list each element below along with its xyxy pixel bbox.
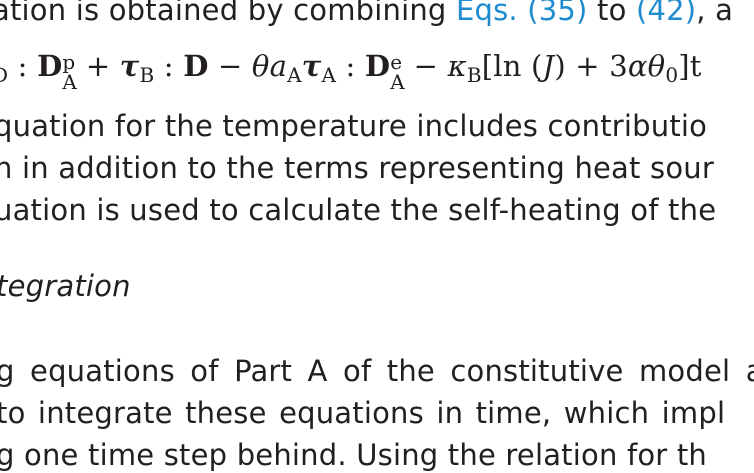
minus-1: −	[208, 49, 252, 83]
j-symbol: J	[542, 49, 555, 83]
next-text-line-1: g equations of Part A of the constitutiv…	[0, 354, 754, 388]
intro-text-mid: to	[587, 0, 636, 27]
kappa-symbol: κ	[447, 49, 467, 83]
equation-line: D : DpA + τB : D − θaAτA : DeA − κB[ln (…	[0, 48, 702, 94]
section-heading: tegration	[0, 269, 131, 303]
d-plastic-sub: A	[62, 70, 78, 94]
a-subscript: A	[287, 63, 302, 87]
body-text-line-2: n in addition to the terms representing …	[0, 151, 714, 185]
kappa-subscript: B	[466, 63, 482, 87]
tau-b-subscript: B	[139, 63, 155, 87]
tensor-d-plastic: D	[37, 49, 63, 83]
d-elastic-sub: A	[390, 70, 405, 94]
tensor-d-elastic: D	[364, 49, 391, 83]
minus-2: −	[404, 49, 448, 83]
d-plastic-indices: pA	[62, 48, 76, 94]
next-text-line-3: g one time step behind. Using the relati…	[0, 438, 707, 472]
tau-b-symbol: τ	[119, 49, 140, 83]
colon-2: :	[154, 49, 184, 83]
theta-zero-subscript: 0	[665, 63, 679, 87]
tau-a-symbol: τ	[301, 49, 322, 83]
intro-line: ation is obtained by combining Eqs. (35)…	[0, 0, 733, 28]
colon-3: :	[336, 49, 365, 83]
tau-a-subscript: A	[321, 63, 337, 87]
colon-1: :	[8, 49, 38, 83]
body-text-line-1: quation for the temperature includes con…	[0, 109, 708, 143]
ln-bracket-close: ) + 3	[554, 49, 628, 83]
eq-link-35[interactable]: Eqs. (35)	[456, 0, 588, 27]
ln-bracket-open: [ln (	[481, 49, 543, 83]
body-text-line-3: uation is used to calculate the self-hea…	[0, 193, 717, 227]
next-text-line-2: to integrate these equations in time, wh…	[0, 396, 726, 430]
equation-tail: ]t	[678, 49, 702, 83]
plus-sign: +	[76, 49, 120, 83]
alpha-theta-symbol: αθ	[627, 49, 666, 83]
theta-a-symbol: θa	[251, 49, 288, 83]
intro-text-before: ation is obtained by combining	[0, 0, 456, 27]
tensor-d: D	[183, 49, 209, 83]
d-elastic-indices: eA	[390, 48, 404, 94]
gamma-subscript: D	[0, 63, 9, 87]
intro-text-after: , a	[696, 0, 734, 27]
eq-link-42[interactable]: (42)	[636, 0, 696, 27]
